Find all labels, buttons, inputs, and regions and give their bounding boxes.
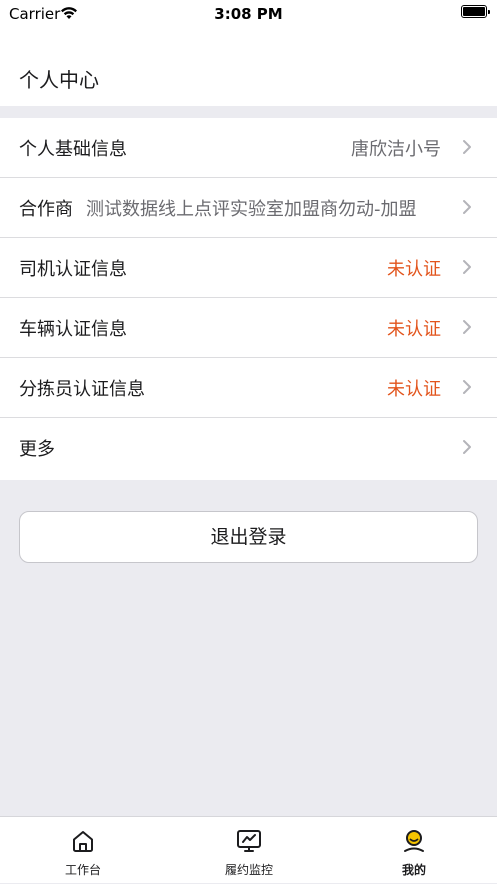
menu-item-label: 个人基础信息 xyxy=(19,139,127,160)
tab-fulfillment-monitor[interactable]: 履约监控 xyxy=(166,817,332,884)
menu-item-driver-certification[interactable]: 司机认证信息 未认证 xyxy=(0,238,497,298)
status-bar: Carrier 3:08 PM xyxy=(0,0,497,28)
menu-item-partner[interactable]: 合作商 测试数据线上点评实验室加盟商勿动-加盟 xyxy=(0,178,497,238)
menu-item-label: 更多 xyxy=(19,439,55,460)
status-time: 3:08 PM xyxy=(214,5,283,23)
menu-item-more[interactable]: 更多 xyxy=(0,418,497,480)
chevron-right-icon xyxy=(463,380,471,394)
menu-item-sorter-certification[interactable]: 分拣员认证信息 未认证 xyxy=(0,358,497,418)
chevron-right-icon xyxy=(463,440,471,454)
status-text: 未认证 xyxy=(387,319,441,340)
menu-item-label: 车辆认证信息 xyxy=(19,319,127,340)
status-text: 未认证 xyxy=(387,259,441,280)
logout-button[interactable]: 退出登录 xyxy=(19,511,478,563)
battery-icon xyxy=(461,5,490,18)
chevron-right-icon xyxy=(463,320,471,334)
page-title: 个人中心 xyxy=(19,68,99,92)
menu-item-label: 分拣员认证信息 xyxy=(19,379,145,400)
menu-item-value: 唐欣洁小号 xyxy=(351,139,441,160)
menu-item-basic-info[interactable]: 个人基础信息 唐欣洁小号 xyxy=(0,118,497,178)
menu-item-value: 测试数据线上点评实验室加盟商勿动-加盟 xyxy=(86,199,417,220)
tab-mine[interactable]: 我的 xyxy=(331,817,497,884)
home-icon xyxy=(73,831,93,852)
profile-menu-list: 个人基础信息 唐欣洁小号 合作商 测试数据线上点评实验室加盟商勿动-加盟 司机认… xyxy=(0,118,497,480)
chevron-right-icon xyxy=(463,200,471,214)
user-icon xyxy=(404,830,424,852)
chevron-right-icon xyxy=(463,260,471,274)
monitor-icon xyxy=(237,830,261,852)
menu-item-label: 司机认证信息 xyxy=(19,259,127,280)
menu-item-vehicle-certification[interactable]: 车辆认证信息 未认证 xyxy=(0,298,497,358)
tab-bar: 工作台 履约监控 我的 xyxy=(0,816,497,883)
tab-workbench[interactable]: 工作台 xyxy=(0,817,166,884)
tab-label: 我的 xyxy=(401,863,426,877)
status-text: 未认证 xyxy=(387,379,441,400)
tab-label: 履约监控 xyxy=(224,863,273,877)
navigation-bar: 个人中心 xyxy=(0,28,497,106)
menu-item-label: 合作商 xyxy=(19,199,73,220)
chevron-right-icon xyxy=(463,140,471,154)
tab-label: 工作台 xyxy=(64,863,101,877)
